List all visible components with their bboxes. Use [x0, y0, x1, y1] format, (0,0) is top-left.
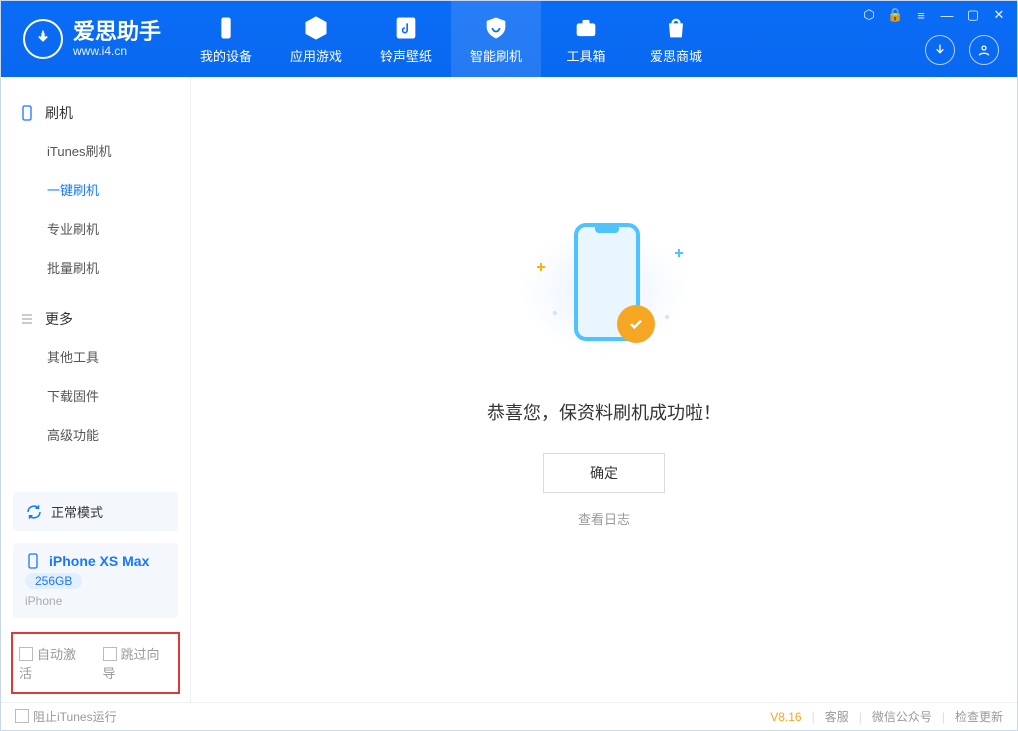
ok-button[interactable]: 确定	[543, 453, 665, 493]
checkmark-badge-icon	[617, 305, 655, 343]
phone-icon	[212, 14, 240, 42]
lock-icon[interactable]: 🔒	[887, 7, 903, 23]
refresh-shield-icon	[482, 14, 510, 42]
support-link[interactable]: 客服	[825, 708, 849, 725]
sidebar-item-advanced[interactable]: 高级功能	[1, 415, 190, 454]
nav-label: 爱思商城	[650, 46, 702, 65]
sidebar-item-batch[interactable]: 批量刷机	[1, 248, 190, 287]
mode-label: 正常模式	[51, 502, 103, 521]
sidebar-item-other[interactable]: 其他工具	[1, 337, 190, 376]
nav-label: 铃声壁纸	[380, 46, 432, 65]
checkbox-auto-activate[interactable]: 自动激活	[19, 644, 89, 682]
phone-outline-icon	[19, 105, 35, 121]
app-title: 爱思助手	[73, 20, 161, 44]
nav-store[interactable]: 爱思商城	[631, 1, 721, 77]
success-message: 恭喜您，保资料刷机成功啦！	[487, 399, 721, 425]
nav-mydevice[interactable]: 我的设备	[181, 1, 271, 77]
refresh-icon	[25, 503, 43, 521]
tshirt-icon[interactable]: ⬡	[861, 7, 877, 23]
app-body: 刷机 iTunes刷机 一键刷机 专业刷机 批量刷机 更多 其他工具 下载固件 …	[1, 77, 1017, 702]
sidebar-group-flash: 刷机	[1, 95, 190, 131]
nav-toolbox[interactable]: 工具箱	[541, 1, 631, 77]
bag-icon	[662, 14, 690, 42]
device-name: iPhone XS Max	[49, 553, 149, 569]
checkbox-skip-guide[interactable]: 跳过向导	[103, 644, 173, 682]
download-button[interactable]	[925, 35, 955, 65]
device-phone-icon	[25, 553, 41, 569]
music-icon	[392, 14, 420, 42]
options-row: 自动激活 跳过向导	[11, 632, 180, 694]
user-button[interactable]	[969, 35, 999, 65]
cube-icon	[302, 14, 330, 42]
sidebar: 刷机 iTunes刷机 一键刷机 专业刷机 批量刷机 更多 其他工具 下载固件 …	[1, 77, 191, 702]
maximize-button[interactable]: ▢	[965, 7, 981, 23]
sidebar-item-pro[interactable]: 专业刷机	[1, 209, 190, 248]
list-icon	[19, 311, 35, 327]
sidebar-item-itunes[interactable]: iTunes刷机	[1, 131, 190, 170]
titlebar-controls: ⬡ 🔒 ≡ — ▢ ✕	[861, 7, 1007, 23]
checkbox-block-itunes[interactable]: 阻止iTunes运行	[15, 708, 117, 725]
nav-ringtone[interactable]: 铃声壁纸	[361, 1, 451, 77]
mode-box[interactable]: 正常模式	[13, 492, 178, 531]
nav-label: 工具箱	[567, 46, 606, 65]
device-type: iPhone	[25, 594, 166, 608]
version-label: V8.16	[770, 710, 801, 724]
nav-label: 我的设备	[200, 46, 252, 65]
close-button[interactable]: ✕	[991, 7, 1007, 23]
sidebar-item-oneclick[interactable]: 一键刷机	[1, 170, 190, 209]
menu-icon[interactable]: ≡	[913, 8, 929, 23]
minimize-button[interactable]: —	[939, 8, 955, 23]
sidebar-item-firmware[interactable]: 下载固件	[1, 376, 190, 415]
main-content: 恭喜您，保资料刷机成功啦！ 确定 查看日志	[191, 77, 1017, 702]
sidebar-group-more: 更多	[1, 301, 190, 337]
app-subtitle: www.i4.cn	[73, 44, 161, 58]
nav-label: 应用游戏	[290, 46, 342, 65]
success-illustration	[489, 211, 719, 371]
nav-label: 智能刷机	[470, 46, 522, 65]
app-logo-icon	[23, 19, 63, 59]
nav-flash[interactable]: 智能刷机	[451, 1, 541, 77]
toolbox-icon	[572, 14, 600, 42]
view-log-link[interactable]: 查看日志	[578, 509, 630, 528]
top-nav: 我的设备 应用游戏 铃声壁纸 智能刷机 工具箱 爱思商城	[181, 1, 721, 77]
device-box[interactable]: iPhone XS Max 256GB iPhone	[13, 543, 178, 618]
footer: 阻止iTunes运行 V8.16 | 客服 | 微信公众号 | 检查更新	[1, 702, 1017, 730]
wechat-link[interactable]: 微信公众号	[872, 708, 932, 725]
app-header: 爱思助手 www.i4.cn 我的设备 应用游戏 铃声壁纸 智能刷机 工具箱 爱…	[1, 1, 1017, 77]
device-capacity: 256GB	[25, 573, 82, 589]
logo-area: 爱思助手 www.i4.cn	[1, 19, 181, 59]
nav-appgame[interactable]: 应用游戏	[271, 1, 361, 77]
header-round-buttons	[925, 35, 999, 65]
update-link[interactable]: 检查更新	[955, 708, 1003, 725]
